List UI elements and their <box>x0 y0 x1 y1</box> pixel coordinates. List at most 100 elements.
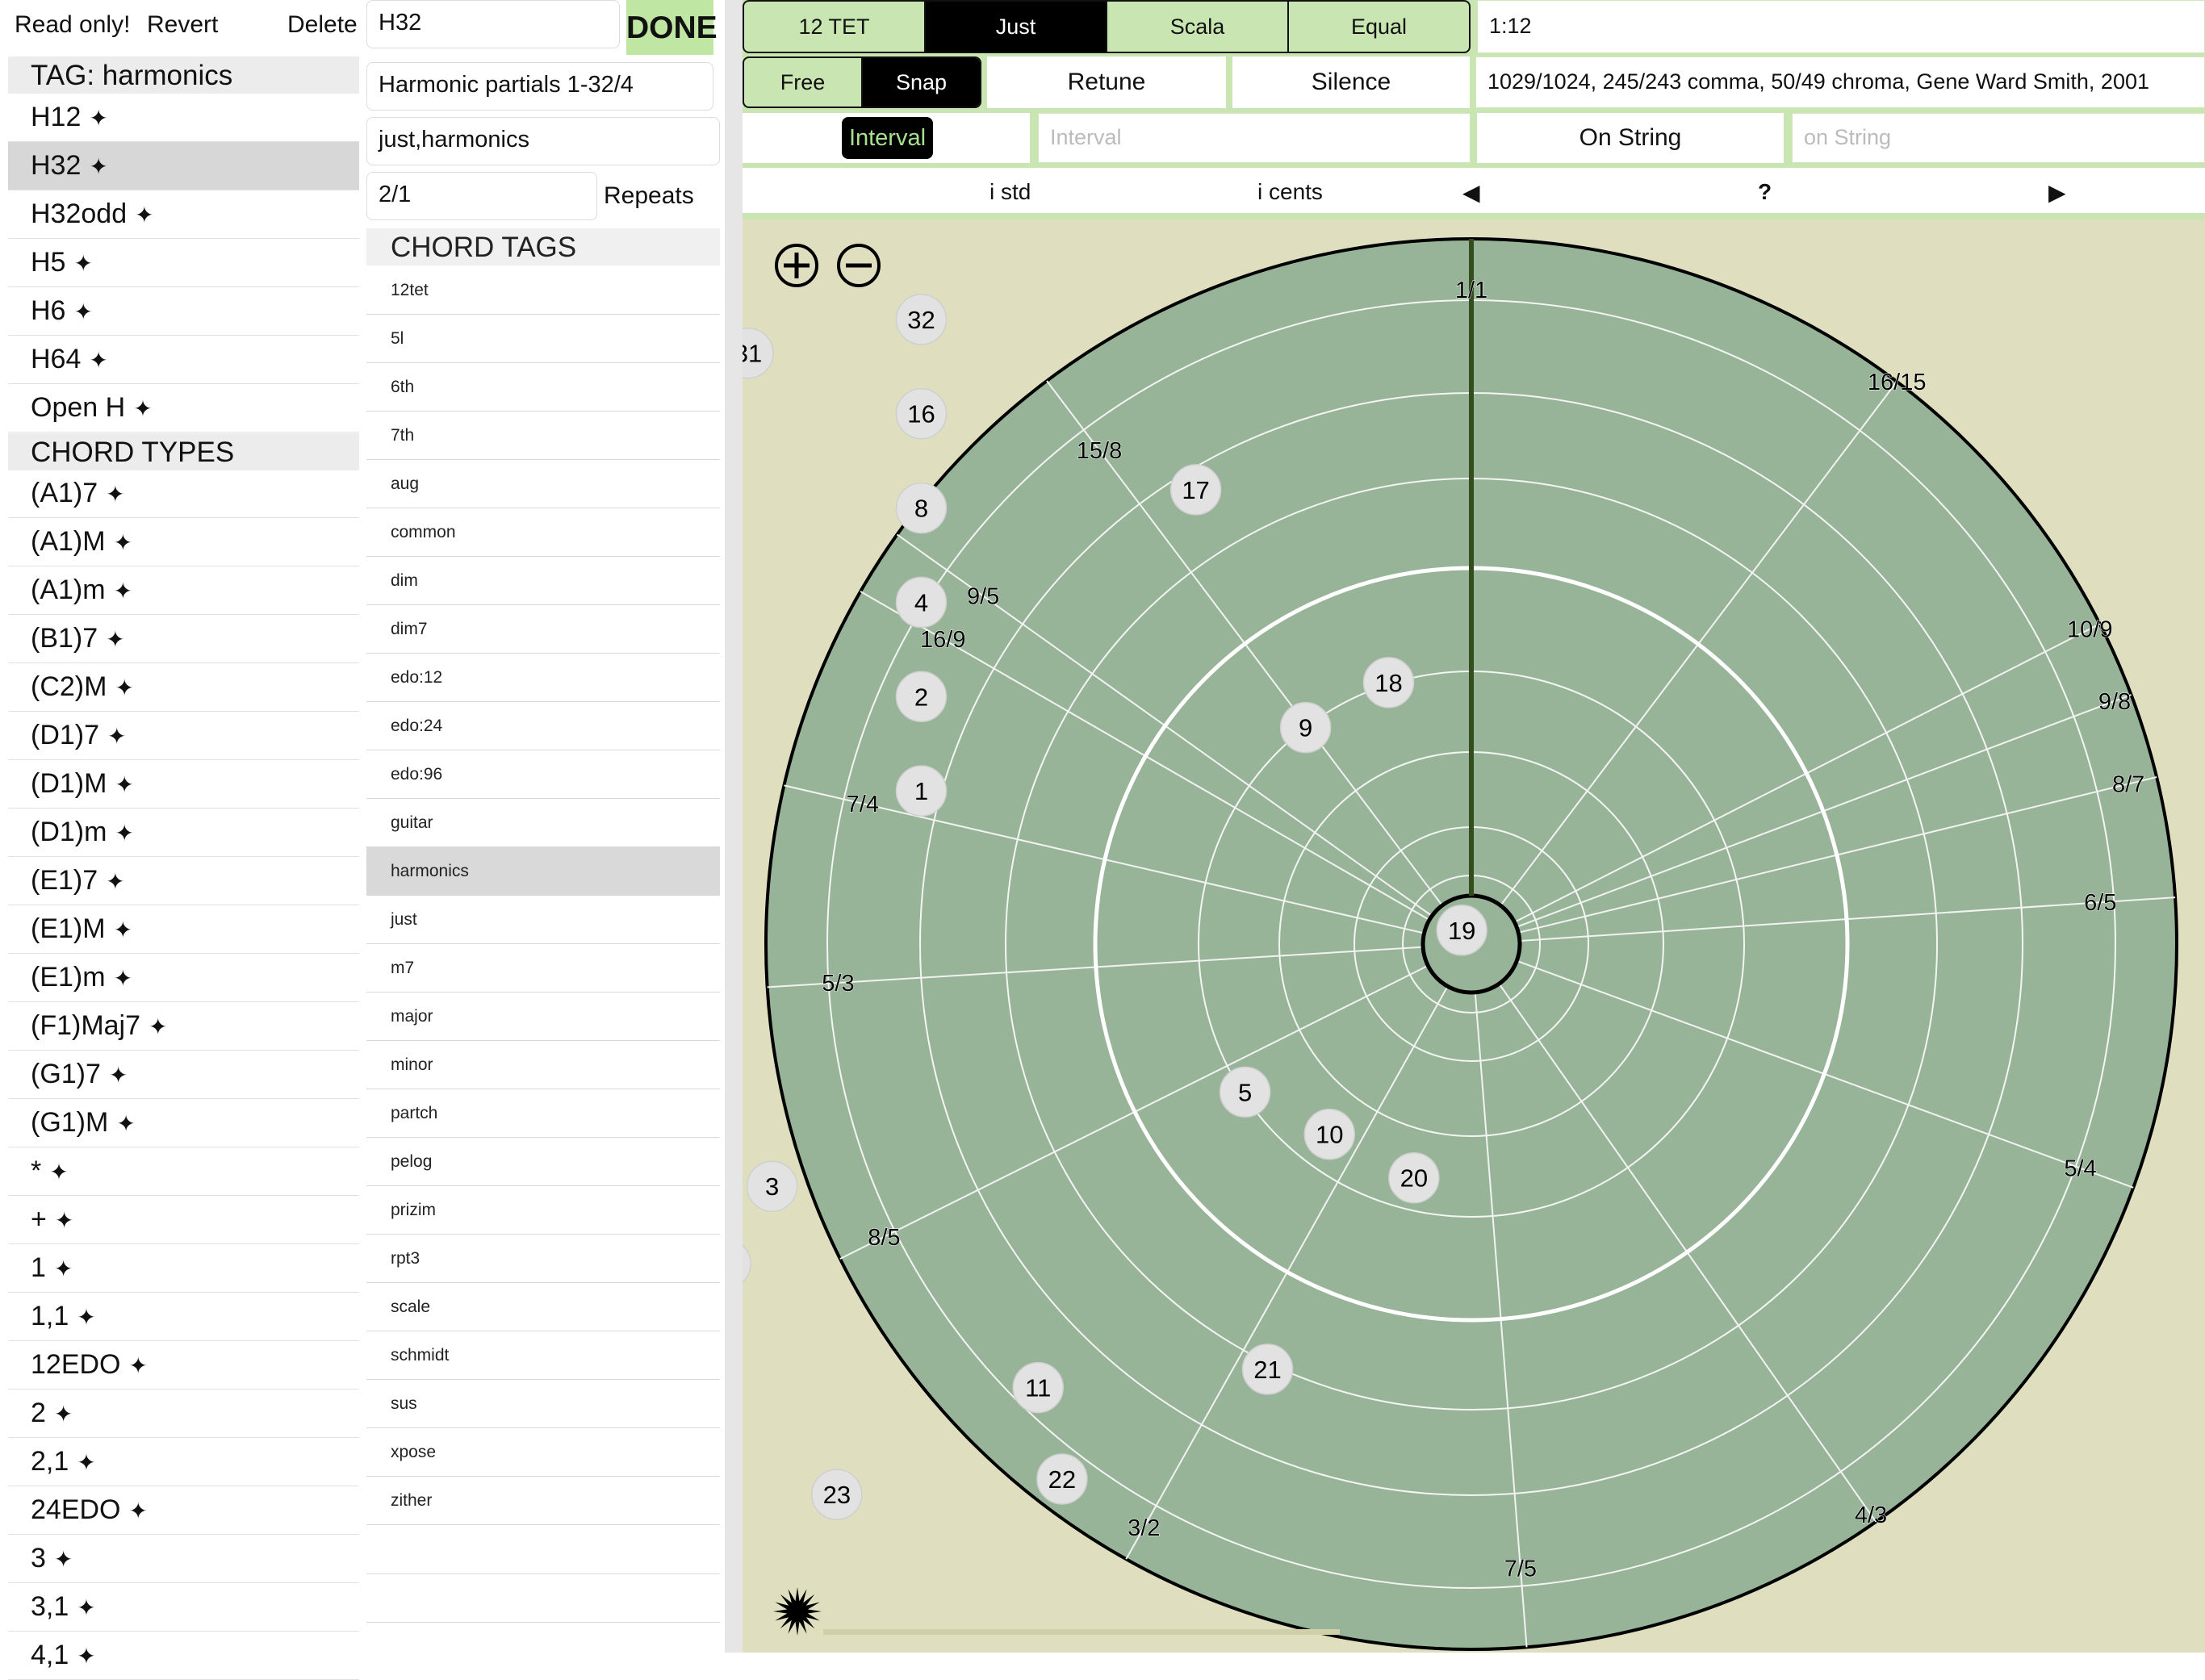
silence-button[interactable]: Silence <box>1232 56 1470 108</box>
ratio-field[interactable]: 1:12 <box>1477 0 2205 53</box>
chord-list-item[interactable]: H32odd ✦ <box>8 190 359 239</box>
chord-tag-item[interactable]: 7th <box>366 412 720 460</box>
chord-list-item[interactable]: H6 ✦ <box>8 287 359 336</box>
chord-list-item[interactable]: (A1)7 ✦ <box>8 470 359 518</box>
on-string-button[interactable]: On String <box>1477 113 1784 163</box>
chord-tag-item[interactable]: edo:12 <box>366 654 720 702</box>
chord-list-item[interactable]: (A1)M ✦ <box>8 518 359 566</box>
chord-list-item[interactable]: H5 ✦ <box>8 239 359 287</box>
delete-button[interactable]: Delete <box>287 11 358 39</box>
partial-node[interactable]: 10 <box>1303 1108 1355 1160</box>
chord-tag-item[interactable]: dim <box>366 557 720 605</box>
chord-tag-item[interactable]: rpt3 <box>366 1235 720 1283</box>
chord-tag-item[interactable]: sus <box>366 1380 720 1428</box>
help-button[interactable]: ? <box>1758 179 1772 205</box>
chord-tag-item[interactable]: just <box>366 896 720 944</box>
chord-tag-item[interactable]: 6th <box>366 363 720 412</box>
chord-list-item[interactable]: (E1)m ✦ <box>8 954 359 1002</box>
harmonic-wheel-canvas[interactable]: 3231163015178294291828147127191352610203… <box>743 219 2205 1653</box>
bottom-slider-track[interactable] <box>823 1629 1340 1635</box>
chord-list-item[interactable]: H12 ✦ <box>8 94 359 142</box>
chord-tag-item[interactable]: 12tet <box>366 266 720 315</box>
tuning-mode-option[interactable]: Scala <box>1107 2 1289 52</box>
chord-list-item[interactable]: (E1)M ✦ <box>8 905 359 954</box>
read-only-button[interactable]: Read only! <box>15 11 130 39</box>
partial-node[interactable]: 22 <box>1036 1453 1088 1505</box>
on-string-input[interactable]: on String <box>1792 113 2205 163</box>
chord-tag-item[interactable]: scale <box>366 1283 720 1331</box>
chord-list-item[interactable]: 1,1 ✦ <box>8 1293 359 1341</box>
snap-mode-option[interactable]: Snap <box>863 58 980 107</box>
prev-button[interactable]: ◀ <box>1462 179 1480 206</box>
revert-button[interactable]: Revert <box>147 11 218 39</box>
partial-node[interactable]: 1 <box>895 765 948 817</box>
partial-node[interactable]: 11 <box>1012 1361 1064 1414</box>
partial-node[interactable]: 23 <box>811 1469 863 1520</box>
chord-list-item[interactable]: 4,1 ✦ <box>8 1632 359 1680</box>
partial-node[interactable]: 32 <box>895 294 948 345</box>
chord-list-item[interactable]: (D1)7 ✦ <box>8 712 359 760</box>
chord-list-item[interactable]: 1 ✦ <box>8 1244 359 1293</box>
chord-list-item[interactable]: 2 ✦ <box>8 1390 359 1438</box>
zoom-out-icon[interactable] <box>837 244 881 287</box>
interval-input[interactable]: Interval <box>1038 113 1471 163</box>
chord-tag-item[interactable]: aug <box>366 460 720 508</box>
chord-tag-item[interactable]: edo:96 <box>366 750 720 799</box>
chord-tag-item[interactable]: m7 <box>366 944 720 993</box>
partial-node[interactable]: 5 <box>1219 1066 1271 1118</box>
chord-list-item[interactable]: (G1)7 ✦ <box>8 1051 359 1099</box>
chord-list-item[interactable]: (G1)M ✦ <box>8 1099 359 1147</box>
chord-list-item[interactable]: (F1)Maj7 ✦ <box>8 1002 359 1051</box>
chord-tag-item[interactable]: common <box>366 508 720 557</box>
chord-tag-item[interactable]: 5l <box>366 315 720 363</box>
chord-list-item[interactable]: (C2)M ✦ <box>8 663 359 712</box>
partial-node[interactable]: 20 <box>1388 1151 1440 1204</box>
partial-node[interactable]: 17 <box>1169 464 1222 516</box>
chord-list-item[interactable]: Open H ✦ <box>8 384 359 433</box>
partial-node[interactable]: 8 <box>895 482 948 534</box>
chord-list-item[interactable]: (A1)m ✦ <box>8 566 359 615</box>
next-button[interactable]: ▶ <box>2048 179 2066 206</box>
chord-list-item[interactable]: (B1)7 ✦ <box>8 615 359 663</box>
chord-list-item[interactable]: H32 ✦ <box>8 142 359 190</box>
chord-list-item[interactable]: + ✦ <box>8 1196 359 1244</box>
chord-list-item[interactable]: 3 ✦ <box>8 1535 359 1583</box>
chord-tag-item[interactable]: harmonics <box>366 847 720 896</box>
chord-tag-item[interactable]: xpose <box>366 1428 720 1477</box>
chord-list-item[interactable]: (D1)m ✦ <box>8 809 359 857</box>
partial-node[interactable]: 9 <box>1279 701 1332 754</box>
chord-name-field[interactable]: H32 <box>366 0 620 48</box>
chord-tag-item[interactable]: edo:24 <box>366 702 720 750</box>
i-std-button[interactable]: i std <box>990 179 1031 205</box>
starburst-icon[interactable] <box>773 1587 822 1636</box>
chord-list-item[interactable]: * ✦ <box>8 1147 359 1196</box>
partial-node[interactable]: 18 <box>1362 657 1415 708</box>
interval-toggle-button[interactable]: Interval <box>842 117 933 159</box>
chord-tag-item[interactable]: prizim <box>366 1186 720 1235</box>
chord-tag-item[interactable]: guitar <box>366 799 720 847</box>
chord-list-item[interactable]: 3,1 ✦ <box>8 1583 359 1632</box>
tuning-mode-option[interactable]: Equal <box>1289 2 1469 52</box>
zoom-in-icon[interactable] <box>775 244 818 287</box>
chord-tag-item[interactable]: minor <box>366 1041 720 1089</box>
chord-tag-item[interactable]: pelog <box>366 1138 720 1186</box>
chord-tag-item[interactable]: dim7 <box>366 605 720 654</box>
description-field[interactable]: Harmonic partials 1-32/4 <box>366 62 713 111</box>
tuning-mode-option[interactable]: 12 TET <box>744 2 926 52</box>
chord-tag-item[interactable]: schmidt <box>366 1331 720 1380</box>
chord-list-item[interactable]: 24EDO ✦ <box>8 1486 359 1535</box>
done-button[interactable]: DONE <box>626 0 718 55</box>
chord-list-item[interactable]: (D1)M ✦ <box>8 760 359 809</box>
period-field[interactable]: 2/1 <box>366 172 597 220</box>
chord-tag-item[interactable]: zither <box>366 1477 720 1525</box>
chord-tag-item[interactable]: major <box>366 993 720 1041</box>
partial-node[interactable]: 4 <box>895 576 948 629</box>
partial-node[interactable]: 16 <box>895 387 948 440</box>
retune-button[interactable]: Retune <box>987 56 1226 108</box>
partial-node[interactable]: 3 <box>746 1160 798 1212</box>
chord-list-item[interactable]: H64 ✦ <box>8 336 359 384</box>
chord-list-item[interactable]: 2,1 ✦ <box>8 1438 359 1486</box>
partial-node[interactable]: 6 <box>743 1239 751 1289</box>
tuning-mode-option[interactable]: Just <box>926 2 1107 52</box>
partial-node[interactable]: 19 <box>1436 905 1487 956</box>
